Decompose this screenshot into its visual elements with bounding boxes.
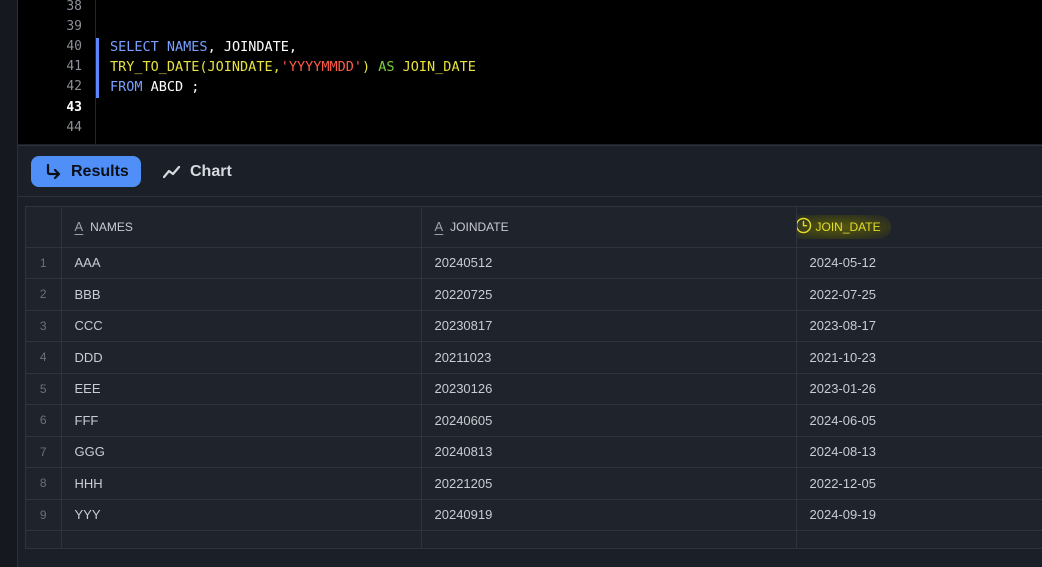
line-number-gutter: 38 39 40 41 42 43 44 bbox=[18, 0, 96, 144]
cell-join-date[interactable]: 2021-10-23 bbox=[796, 341, 1042, 374]
table-row[interactable]: 8 HHH 20221205 2022-12-05 bbox=[26, 467, 1042, 500]
tab-chart-label: Chart bbox=[190, 162, 232, 180]
cell-join-date[interactable]: 2024-05-12 bbox=[796, 247, 1042, 279]
column-header-joindate[interactable]: A JOINDATE bbox=[421, 207, 797, 248]
cell-names[interactable]: GGG bbox=[61, 436, 422, 468]
sql-text: , JOINDATE, bbox=[207, 39, 297, 55]
sql-as-keyword: AS bbox=[378, 59, 395, 75]
row-number: 4 bbox=[26, 341, 62, 374]
sql-editor[interactable]: 38 39 40 41 42 43 44 SELECT NAMES, JOIND… bbox=[18, 0, 1042, 144]
sql-space bbox=[395, 59, 403, 75]
sql-paren: ( bbox=[199, 59, 208, 75]
code-line-40[interactable]: SELECT NAMES, JOINDATE, bbox=[110, 37, 297, 57]
table-row[interactable]: 4 DDD 20211023 2021-10-23 bbox=[26, 341, 1042, 374]
code-line-42[interactable]: FROM ABCD ; bbox=[110, 77, 199, 97]
row-number: 7 bbox=[26, 436, 62, 468]
line-number: 38 bbox=[66, 0, 82, 14]
column-header-names[interactable]: A NAMES bbox=[61, 207, 422, 248]
column-header-join-date[interactable]: JOIN_DATE bbox=[796, 207, 1042, 248]
table-row[interactable]: 6 FFF 20240605 2024-06-05 bbox=[26, 404, 1042, 437]
empty-cell bbox=[26, 530, 62, 548]
sql-keyword: FROM bbox=[110, 79, 143, 95]
cell-names[interactable]: CCC bbox=[61, 310, 422, 342]
tab-chart[interactable]: Chart bbox=[163, 156, 232, 187]
column-header-label: JOINDATE bbox=[450, 219, 509, 234]
text-type-icon: A bbox=[74, 219, 84, 234]
empty-cell bbox=[61, 530, 422, 548]
current-line-number: 43 bbox=[66, 100, 82, 115]
line-number: 42 bbox=[66, 79, 82, 94]
row-number: 6 bbox=[26, 404, 62, 437]
code-line-41[interactable]: TRY_TO_DATE(JOINDATE,'YYYYMMDD') AS JOIN… bbox=[110, 57, 476, 77]
cell-names[interactable]: EEE bbox=[61, 373, 422, 405]
line-chart-icon bbox=[163, 165, 181, 179]
cell-names[interactable]: YYY bbox=[61, 499, 422, 531]
cell-names[interactable]: BBB bbox=[61, 278, 422, 311]
row-number-header bbox=[26, 207, 62, 248]
empty-cell bbox=[421, 530, 797, 548]
sql-paren: ) bbox=[362, 59, 379, 75]
line-number: 39 bbox=[66, 19, 82, 34]
row-number: 8 bbox=[26, 467, 62, 500]
cell-join-date[interactable]: 2023-01-26 bbox=[796, 373, 1042, 405]
sql-text: ABCD ; bbox=[142, 79, 200, 95]
cell-joindate[interactable]: 20230817 bbox=[421, 310, 797, 342]
cell-join-date[interactable]: 2023-08-17 bbox=[796, 310, 1042, 342]
table-row[interactable]: 1 AAA 20240512 2024-05-12 bbox=[26, 247, 1042, 279]
sql-function: TRY_TO_DATE bbox=[110, 59, 200, 75]
column-header-label: JOIN_DATE bbox=[815, 219, 881, 234]
cell-joindate[interactable]: 20220725 bbox=[421, 278, 797, 311]
cell-joindate[interactable]: 20211023 bbox=[421, 341, 797, 374]
selection-marker bbox=[96, 38, 99, 98]
sql-column: NAMES bbox=[166, 39, 208, 55]
results-grid: A NAMES A JOINDATE JOIN_DATE 1 AAA 20240… bbox=[25, 206, 1042, 549]
left-panel-strip bbox=[0, 0, 18, 567]
line-number: 41 bbox=[66, 59, 82, 74]
sql-alias: JOIN_DATE bbox=[402, 59, 476, 75]
cell-join-date[interactable]: 2024-09-19 bbox=[796, 499, 1042, 531]
sql-string: 'YYYYMMDD' bbox=[280, 59, 362, 75]
cell-join-date[interactable]: 2022-12-05 bbox=[796, 467, 1042, 500]
cell-joindate[interactable]: 20221205 bbox=[421, 467, 797, 500]
table-row[interactable]: 9 YYY 20240919 2024-09-19 bbox=[26, 499, 1042, 531]
cell-join-date[interactable]: 2022-07-25 bbox=[796, 278, 1042, 311]
highlighted-header: JOIN_DATE bbox=[796, 214, 891, 239]
row-number: 2 bbox=[26, 278, 62, 311]
line-number: 44 bbox=[66, 120, 82, 135]
table-row[interactable]: 7 GGG 20240813 2024-08-13 bbox=[26, 436, 1042, 468]
tab-results-label: Results bbox=[71, 162, 129, 180]
line-number: 40 bbox=[66, 39, 82, 54]
grid-header-row: A NAMES A JOINDATE JOIN_DATE bbox=[26, 207, 1042, 248]
cell-names[interactable]: HHH bbox=[61, 467, 422, 500]
cell-join-date[interactable]: 2024-08-13 bbox=[796, 436, 1042, 468]
sql-comma: , bbox=[272, 59, 281, 75]
tab-results[interactable]: Results bbox=[31, 156, 141, 187]
cell-joindate[interactable]: 20230126 bbox=[421, 373, 797, 405]
row-number: 5 bbox=[26, 373, 62, 405]
sql-keyword: SELECT bbox=[110, 39, 159, 55]
cell-joindate[interactable]: 20240512 bbox=[421, 247, 797, 279]
cell-join-date[interactable]: 2024-06-05 bbox=[796, 404, 1042, 437]
cell-names[interactable]: DDD bbox=[61, 341, 422, 374]
sql-argument: JOINDATE bbox=[207, 59, 273, 75]
cell-joindate[interactable]: 20240605 bbox=[421, 404, 797, 437]
cell-names[interactable]: AAA bbox=[61, 247, 422, 279]
empty-cell bbox=[796, 530, 1042, 548]
table-row[interactable]: 5 EEE 20230126 2023-01-26 bbox=[26, 373, 1042, 405]
table-row[interactable]: 3 CCC 20230817 2023-08-17 bbox=[26, 310, 1042, 342]
row-number: 1 bbox=[26, 247, 62, 279]
cell-names[interactable]: FFF bbox=[61, 404, 422, 437]
cell-joindate[interactable]: 20240813 bbox=[421, 436, 797, 468]
row-number: 3 bbox=[26, 310, 62, 342]
return-arrow-icon bbox=[44, 163, 62, 180]
row-number: 9 bbox=[26, 499, 62, 531]
table-row[interactable]: 2 BBB 20220725 2022-07-25 bbox=[26, 278, 1042, 311]
cell-joindate[interactable]: 20240919 bbox=[421, 499, 797, 531]
results-toolbar: Results Chart bbox=[18, 145, 1042, 197]
text-type-icon: A bbox=[434, 219, 444, 234]
clock-icon bbox=[796, 217, 812, 237]
column-header-label: NAMES bbox=[90, 219, 133, 234]
empty-row bbox=[26, 530, 1042, 548]
